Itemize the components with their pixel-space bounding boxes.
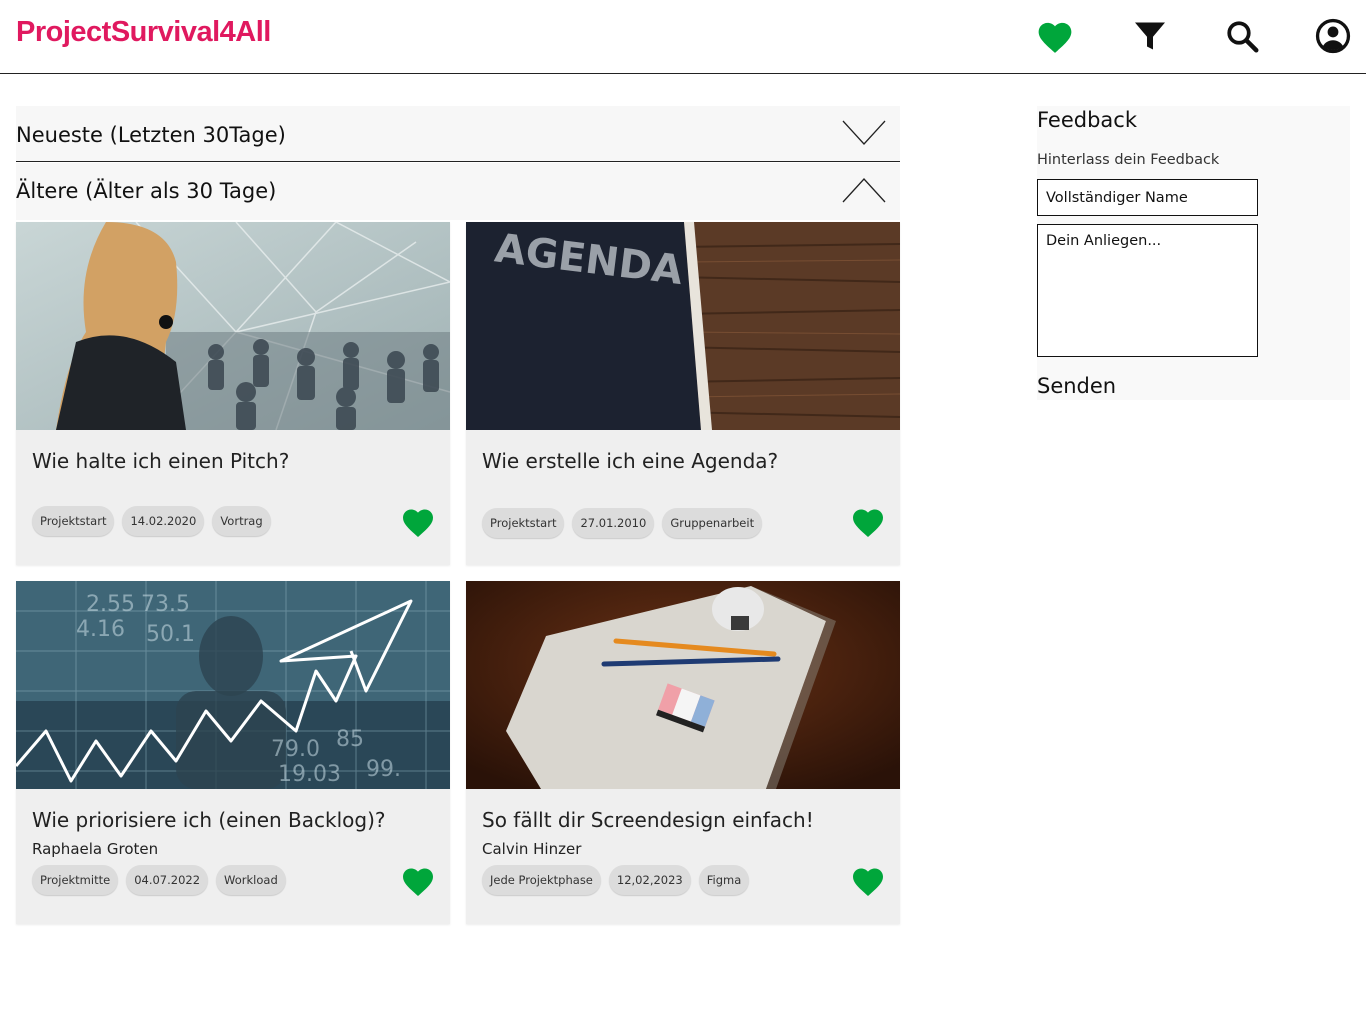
favorite-heart-icon[interactable] [850,505,886,538]
svg-text:4.16: 4.16 [76,617,125,642]
section-newest-label: Neueste (Letzten 30Tage) [16,123,286,147]
card-author: Calvin Hinzer [482,840,582,858]
presentation-photo [16,222,450,430]
tag-date[interactable]: 27.01.2010 [572,508,655,538]
favorite-heart-icon[interactable] [400,505,436,538]
svg-text:85: 85 [336,727,364,752]
favorites-button[interactable] [1035,16,1075,56]
chevron-down-icon[interactable] [842,120,886,146]
tag-phase[interactable]: Projektmitte [32,865,119,895]
card-tags: Projektmitte 04.07.2022 Workload [32,865,286,895]
account-icon [1315,18,1351,54]
tag-phase[interactable]: Projektstart [482,508,565,538]
card-tags: Projektstart 27.01.2010 Gruppenarbeit [482,508,763,538]
account-button[interactable] [1313,16,1353,56]
section-newest[interactable]: Neueste (Letzten 30Tage) [16,106,900,162]
full-name-input[interactable] [1037,179,1258,216]
feedback-panel: Feedback Hinterlass dein Feedback Senden [1037,106,1350,400]
feedback-title: Feedback [1037,108,1138,132]
svg-text:73.5: 73.5 [141,592,190,617]
tag-phase[interactable]: Jede Projektphase [482,865,601,895]
top-header: ProjectSurvival4All [0,0,1366,74]
card-title[interactable]: Wie priorisiere ich (einen Backlog)? [32,808,386,832]
tag-phase[interactable]: Projektstart [32,506,115,536]
article-card-screendesign[interactable]: So fällt dir Screendesign einfach! Calvi… [466,581,900,924]
tag-topic[interactable]: Gruppenarbeit [662,508,763,538]
agenda-book-photo: AGENDA [466,222,900,430]
tag-date[interactable]: 04.07.2022 [126,865,209,895]
filter-button[interactable] [1130,16,1170,56]
svg-text:50.1: 50.1 [146,622,195,647]
card-title[interactable]: So fällt dir Screendesign einfach! [482,808,814,832]
send-button[interactable]: Senden [1037,374,1116,398]
app-logo[interactable]: ProjectSurvival4All [16,16,271,49]
card-tags: Projektstart 14.02.2020 Vortrag [32,506,271,536]
article-card-backlog[interactable]: 2.55 73.5 4.16 50.1 79.0 85 19.03 99. Wie pr… [16,581,450,924]
svg-text:2.55: 2.55 [86,592,135,617]
tag-date[interactable]: 12,02,2023 [608,865,691,895]
svg-text:79.0: 79.0 [271,737,320,762]
filter-icon [1135,22,1165,50]
tag-topic[interactable]: Figma [698,865,750,895]
card-title[interactable]: Wie halte ich einen Pitch? [32,449,289,473]
favorite-heart-icon[interactable] [850,864,886,897]
section-older[interactable]: Ältere (Älter als 30 Tage) [16,163,900,220]
tag-topic[interactable]: Workload [216,865,286,895]
tag-topic[interactable]: Vortrag [212,506,271,536]
message-textarea[interactable] [1037,224,1258,357]
favorite-heart-icon[interactable] [400,864,436,897]
svg-text:99.: 99. [366,757,401,782]
heart-icon [1038,22,1072,53]
card-tags: Jede Projektphase 12,02,2023 Figma [482,865,750,895]
tag-date[interactable]: 14.02.2020 [122,506,205,536]
search-button[interactable] [1222,16,1262,56]
growth-chart-photo: 2.55 73.5 4.16 50.1 79.0 85 19.03 99. [16,581,450,789]
article-card-pitch[interactable]: Wie halte ich einen Pitch? Projektstart … [16,222,450,565]
card-author: Raphaela Groten [32,840,159,858]
search-icon [1227,21,1259,53]
paper-pencils-photo [466,581,900,789]
chevron-up-icon[interactable] [842,177,886,203]
article-card-agenda[interactable]: AGENDA Wie erstelle ich eine Agenda? Pro… [466,222,900,565]
feedback-subtitle: Hinterlass dein Feedback [1037,152,1220,168]
section-older-label: Ältere (Älter als 30 Tage) [16,179,277,203]
svg-text:19.03: 19.03 [278,762,341,787]
card-title[interactable]: Wie erstelle ich eine Agenda? [482,449,778,473]
